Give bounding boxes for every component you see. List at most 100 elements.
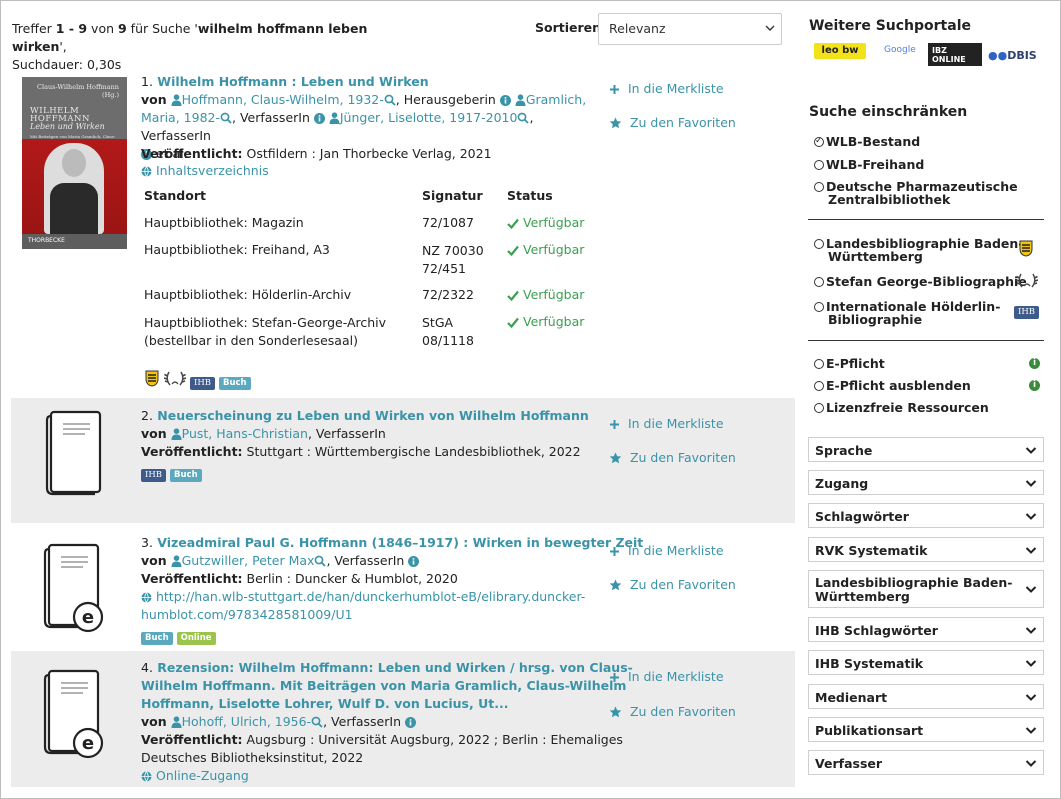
holding-status: Verfügbar <box>507 242 584 257</box>
ebook-icon[interactable]: e <box>43 669 105 761</box>
info-icon[interactable] <box>499 95 511 106</box>
result-record-2: 2. Neuerscheinung zu Leben und Wirken vo… <box>11 398 795 523</box>
record-title[interactable]: 4. Rezension: Wilhelm Hoffmann: Leben un… <box>141 659 633 713</box>
author-link[interactable]: Maria, 1982- <box>141 110 220 125</box>
check-icon <box>507 317 519 328</box>
record-title[interactable]: 1. Wilhelm Hoffmann : Leben und Wirken <box>141 73 429 91</box>
add-to-watchlist-button[interactable]: In die Merkliste <box>609 416 724 431</box>
add-to-favorites-button[interactable]: Zu den Favoriten <box>609 450 736 465</box>
add-to-favorites-button[interactable]: Zu den Favoriten <box>609 115 736 130</box>
separator <box>808 219 1044 220</box>
facet-sprache[interactable]: Sprache <box>808 437 1044 462</box>
result-record-4: e 4. Rezension: Wilhelm Hoffmann: Leben … <box>11 651 795 787</box>
facet-rvk-systematik[interactable]: RVK Systematik <box>808 537 1044 562</box>
record-authors: von Pust, Hans-Christian, VerfasserIn <box>141 426 386 441</box>
filter-wlb-bestand[interactable]: WLB-Bestand <box>814 135 920 148</box>
search-icon[interactable] <box>517 112 530 124</box>
search-icon[interactable] <box>314 555 327 567</box>
search-icon[interactable] <box>384 94 396 106</box>
search-icon[interactable] <box>220 112 232 124</box>
check-icon <box>507 218 519 229</box>
author-link[interactable]: Pust, Hans-Christian <box>182 426 308 441</box>
record-published: Veröffentlicht: Berlin : Duncker & Humbl… <box>141 571 458 586</box>
facet-zugang[interactable]: Zugang <box>808 470 1044 495</box>
google-logo[interactable]: Google <box>884 45 916 55</box>
holding-signature: 72/2322 <box>422 287 474 302</box>
add-to-watchlist-button[interactable]: In die Merkliste <box>609 543 724 558</box>
author-link[interactable]: Hohoff, Ulrich, 1956- <box>182 714 311 729</box>
online-access-link[interactable]: Online-Zugang <box>141 767 249 785</box>
author-link[interactable]: Hoffmann, Claus-Wilhelm, 1932- <box>182 92 384 107</box>
filter-wlb-freihand[interactable]: WLB-Freihand <box>814 158 924 171</box>
filter-e-pflicht[interactable]: E-Pflicht <box>814 357 885 370</box>
facet-schlagwoerter[interactable]: Schlagwörter <box>808 503 1044 528</box>
plus-icon <box>610 673 619 682</box>
buch-badge: Buch <box>170 469 202 482</box>
filter-heading: Suche einschränken <box>809 104 968 120</box>
online-url-link[interactable]: http://han.wlb-stuttgart.de/han/dunckerh… <box>141 588 585 624</box>
leobw-logo[interactable]: leo bw <box>814 43 866 59</box>
star-icon <box>609 452 622 464</box>
holding-signature: StGA 08/1118 <box>422 315 474 348</box>
info-icon[interactable]: i <box>1029 358 1040 369</box>
chevron-down-icon <box>1025 659 1037 667</box>
facet-ihb-schlagwoerter[interactable]: IHB Schlagwörter <box>808 617 1044 642</box>
filter-hoelderlin-bibliographie[interactable]: Internationale Hölderlin- Bibliographie <box>814 300 1000 326</box>
search-icon[interactable] <box>311 716 323 728</box>
chevron-down-icon <box>1025 693 1037 701</box>
facet-publikationsart[interactable]: Publikationsart <box>808 717 1044 742</box>
buch-badge: Buch <box>218 377 251 390</box>
author-link[interactable]: Jünger, Liselotte, 1917-2010 <box>340 110 518 125</box>
filter-landesbibliographie[interactable]: Landesbibliographie Baden- Württemberg <box>814 237 1024 263</box>
add-to-favorites-button[interactable]: Zu den Favoriten <box>609 577 736 592</box>
record-title[interactable]: 3. Vizeadmiral Paul G. Hoffmann (1846–19… <box>141 534 643 552</box>
person-icon <box>171 716 182 728</box>
person-icon <box>515 94 526 106</box>
record-authors: von Hohoff, Ulrich, 1956-, VerfasserIn <box>141 713 416 731</box>
record-badges: Buch Online <box>141 628 216 645</box>
svg-text:e: e <box>82 607 94 628</box>
facet-landesbibliographie[interactable]: Landesbibliographie Baden- Württemberg <box>808 570 1044 608</box>
record-authors: von Gutzwiller, Peter Max, VerfasserIn <box>141 552 420 570</box>
ibz-online-logo[interactable]: IBZ ONLINE <box>928 43 982 66</box>
star-icon <box>609 117 622 129</box>
add-to-favorites-button[interactable]: Zu den Favoriten <box>609 704 736 719</box>
author-link[interactable]: Gutzwiller, Peter Max <box>182 553 315 568</box>
online-badge: Online <box>176 632 216 645</box>
separator <box>808 340 1044 341</box>
filter-e-pflicht-ausblenden[interactable]: E-Pflicht ausblenden <box>814 379 971 392</box>
plus-icon <box>610 85 619 94</box>
toc-link[interactable]: Inhaltsverzeichnis <box>141 162 269 180</box>
holding-status: Verfügbar <box>507 314 584 329</box>
add-to-watchlist-button[interactable]: In die Merkliste <box>609 669 724 684</box>
filter-pharma-zentralbibliothek[interactable]: Deutsche Pharmazeutische Zentralbibliothe… <box>814 180 1018 206</box>
info-icon[interactable] <box>408 556 420 567</box>
facet-medienart[interactable]: Medienart <box>808 684 1044 709</box>
ebook-icon[interactable]: e <box>43 543 105 635</box>
filter-lizenzfreie-ressourcen[interactable]: Lizenzfreie Ressourcen <box>814 401 989 414</box>
info-icon[interactable] <box>404 717 416 728</box>
ihb-badge: IHB <box>1014 306 1040 319</box>
printed-book-icon[interactable] <box>45 410 103 496</box>
person-icon <box>171 94 182 106</box>
filter-stefan-george[interactable]: Stefan George-Bibliographie <box>814 275 1027 288</box>
ihb-badge: IHB <box>141 469 167 482</box>
add-to-watchlist-button[interactable]: In die Merkliste <box>609 81 724 96</box>
holding-location: Hauptbibliothek: Stefan-George-Archiv (be… <box>144 315 387 348</box>
chevron-down-icon <box>1025 479 1037 487</box>
chevron-down-icon <box>1025 759 1037 767</box>
info-icon[interactable]: i <box>1029 380 1040 391</box>
result-record-1: Claus-Wilhelm Hoffmann (Hg.) WILHELM HOF… <box>11 70 795 396</box>
plus-icon <box>610 420 619 429</box>
dbis-logo[interactable]: ●●DBIS <box>988 49 1037 62</box>
globe-icon <box>141 166 152 177</box>
facet-ihb-systematik[interactable]: IHB Systematik <box>808 650 1044 675</box>
record-title[interactable]: 2. Neuerscheinung zu Leben und Wirken vo… <box>141 407 589 425</box>
facet-verfasser[interactable]: Verfasser <box>808 750 1044 775</box>
sort-select[interactable]: Relevanz <box>598 13 782 45</box>
book-cover-image[interactable]: Claus-Wilhelm Hoffmann (Hg.) WILHELM HOF… <box>22 77 127 249</box>
portals-heading: Weitere Suchportale <box>809 18 971 34</box>
info-icon[interactable] <box>313 113 325 124</box>
globe-icon <box>141 771 152 782</box>
author-link[interactable]: Gramlich, <box>526 92 586 107</box>
